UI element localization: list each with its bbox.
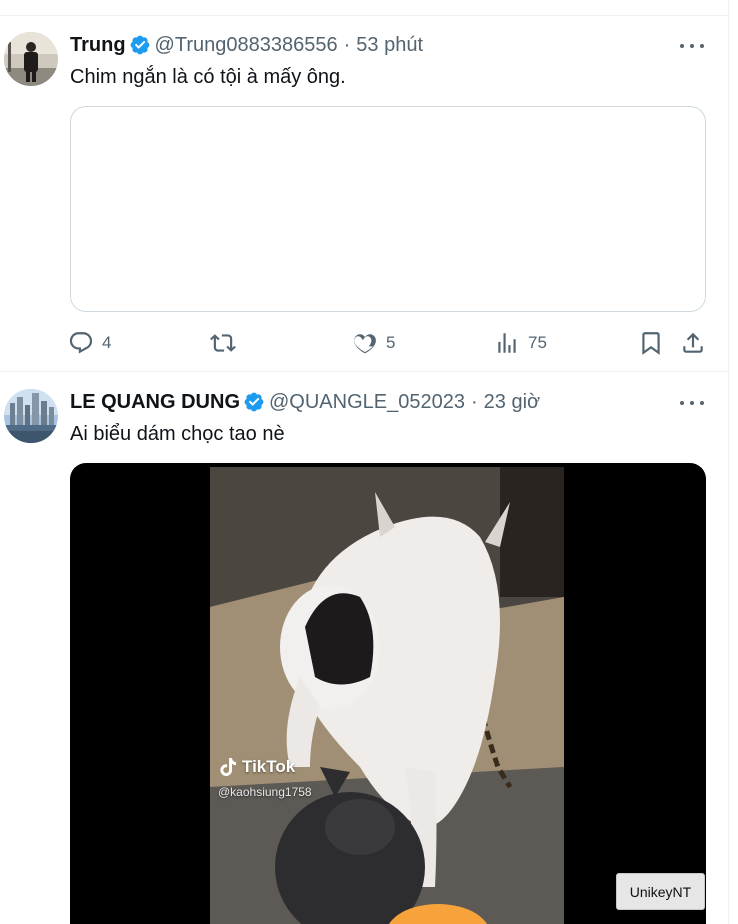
like-icon	[354, 334, 376, 354]
media-container[interactable]	[70, 106, 706, 312]
views-icon	[498, 333, 516, 353]
verified-badge-icon	[244, 392, 264, 412]
timestamp[interactable]: 23 giờ	[484, 391, 540, 414]
verified-badge-icon	[130, 35, 149, 55]
reply-count: 4	[102, 333, 112, 352]
tweet-header: Trung @Trung0883386556 · 53 phút	[70, 32, 423, 58]
timeline-right-border	[728, 0, 729, 924]
avatar[interactable]	[4, 32, 58, 86]
tiktok-username: @kaohsiung1758	[218, 785, 312, 799]
tiktok-label: TikTok	[242, 757, 296, 776]
reply-button[interactable]: 4	[68, 328, 111, 358]
avatar[interactable]	[4, 389, 58, 443]
retweet-icon	[210, 334, 236, 352]
user-handle[interactable]: @QUANGLE_052023	[269, 391, 465, 414]
tweet-text: Ai biểu dám chọc tao nè	[70, 423, 285, 445]
like-button[interactable]: 5	[352, 328, 395, 358]
timestamp[interactable]: 53 phút	[356, 34, 423, 57]
separator-dot: ·	[470, 390, 478, 413]
video-thumbnail	[210, 467, 564, 924]
share-icon	[683, 332, 703, 353]
retweet-button[interactable]	[210, 328, 244, 358]
tweet[interactable]: LE QUANG DUNG @QUANGLE_052023 · 23 giờ A…	[0, 373, 728, 924]
like-count: 5	[386, 333, 396, 352]
tiktok-logo-icon	[220, 758, 236, 776]
tweet-header: LE QUANG DUNG @QUANGLE_052023 · 23 giờ	[70, 389, 540, 415]
views-button[interactable]: 75	[494, 328, 547, 358]
separator-dot: ·	[343, 33, 351, 56]
reply-icon	[69, 332, 93, 354]
display-name[interactable]: Trung	[70, 34, 126, 57]
bookmark-button[interactable]	[638, 328, 664, 358]
tweet-text: Chim ngắn là có tội à mấy ông.	[70, 66, 346, 88]
user-handle[interactable]: @Trung0883386556	[155, 34, 338, 57]
video-frame[interactable]: TikTok @kaohsiung1758	[210, 467, 564, 924]
share-button[interactable]	[680, 328, 706, 358]
more-icon[interactable]	[680, 395, 704, 411]
unikey-taskbar-button[interactable]: UnikeyNT	[616, 873, 705, 910]
display-name[interactable]: LE QUANG DUNG	[70, 391, 240, 414]
tweet[interactable]: Trung @Trung0883386556 · 53 phút Chim ng…	[0, 16, 728, 372]
view-count: 75	[528, 333, 547, 352]
tiktok-watermark: TikTok	[220, 757, 295, 777]
tweet-actions: 4 5 75	[68, 328, 710, 358]
bookmark-icon	[642, 332, 660, 355]
video-player[interactable]: TikTok @kaohsiung1758	[70, 463, 706, 924]
more-icon[interactable]	[680, 38, 704, 54]
